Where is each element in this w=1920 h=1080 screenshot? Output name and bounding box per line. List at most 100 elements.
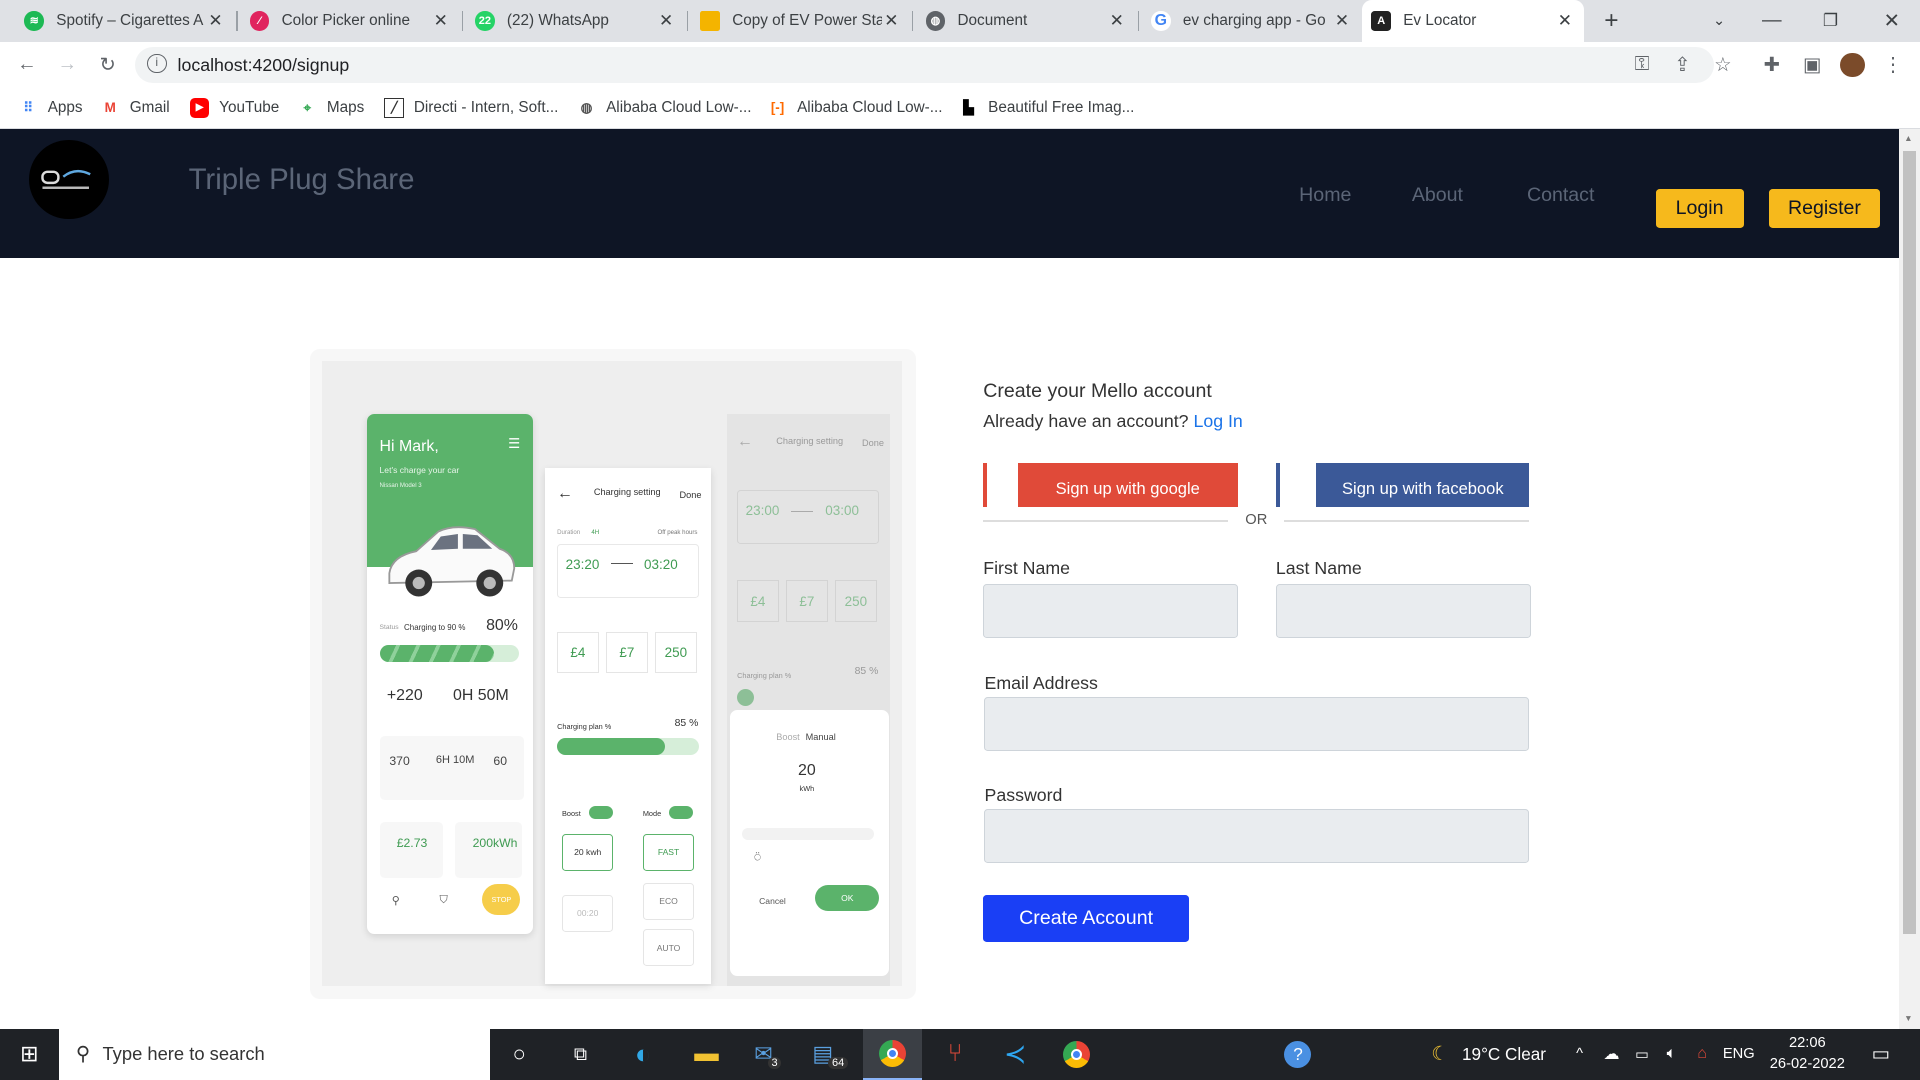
back-arrow-icon: ←	[557, 484, 573, 502]
form-heading: Create your Mello account	[983, 379, 1212, 402]
last-name-input[interactable]	[1275, 584, 1531, 638]
close-tab-icon[interactable]: ✕	[1555, 10, 1575, 31]
google-signup-button[interactable]: Sign up with google	[1017, 462, 1238, 507]
git-tool-icon[interactable]: ⑂	[928, 1029, 982, 1080]
chrome-profile-icon[interactable]	[1049, 1029, 1103, 1080]
email-input[interactable]	[984, 696, 1530, 751]
password-input[interactable]	[984, 809, 1530, 864]
side-panel-icon[interactable]: ▣	[1800, 53, 1824, 77]
windows-start-icon[interactable]: ⊞	[0, 1029, 59, 1080]
close-tab-icon[interactable]: ✕	[1107, 10, 1127, 31]
profile-avatar[interactable]	[1840, 52, 1865, 78]
network-icon[interactable]: ⌂	[1690, 1029, 1714, 1080]
browser-tab[interactable]: ⁄ Color Picker online ✕	[240, 0, 460, 42]
bookmark-star-icon[interactable]: ☆	[1711, 53, 1735, 77]
volume-icon[interactable]: 🔈︎	[1658, 1029, 1685, 1080]
login-link[interactable]: Log In	[1193, 411, 1242, 431]
plan-knob	[737, 689, 755, 707]
menu-kebab-icon[interactable]: ⋮	[1881, 53, 1905, 77]
brand-logo[interactable]	[29, 139, 109, 220]
close-tab-icon[interactable]: ✕	[206, 10, 226, 31]
language-indicator[interactable]: ENG	[1720, 1029, 1757, 1080]
nav-contact-link[interactable]: Contact	[1527, 184, 1594, 207]
browser-tab[interactable]: ◍ Document ✕	[916, 0, 1136, 42]
browser-tab[interactable]: 22 (22) WhatsApp ✕	[465, 0, 685, 42]
mail-icon[interactable]: ✉ 3	[741, 1029, 795, 1080]
browser-tab[interactable]: ≋ Spotify – Cigarettes A ✕	[15, 0, 235, 42]
close-tab-icon[interactable]: ✕	[1332, 10, 1352, 31]
share-icon[interactable]: ⇪	[1670, 53, 1694, 77]
tab-title: ev charging app - Go	[1182, 11, 1326, 29]
bookmark-youtube[interactable]: ▶ YouTube	[189, 96, 280, 120]
last-name-label: Last Name	[1275, 558, 1362, 579]
bookmark-alibaba-1[interactable]: ◍ Alibaba Cloud Low-...	[577, 96, 752, 120]
chrome-taskbar-icon[interactable]	[863, 1028, 923, 1080]
close-window-icon[interactable]: ✕	[1873, 0, 1910, 42]
restore-icon[interactable]: ❐	[1812, 0, 1849, 42]
minimize-icon[interactable]: —	[1753, 0, 1790, 42]
create-account-button[interactable]: Create Account	[983, 895, 1189, 942]
search-placeholder: Type here to search	[102, 1043, 265, 1065]
bookmark-label: Alibaba Cloud Low-...	[797, 98, 943, 116]
login-button[interactable]: Login	[1655, 188, 1744, 228]
extensions-icon[interactable]: ✚	[1760, 53, 1784, 77]
mail-badge: 3	[767, 1056, 782, 1069]
tab-title: (22) WhatsApp	[506, 11, 609, 29]
onedrive-icon[interactable]: ☁	[1599, 1029, 1623, 1080]
bookmark-label: Directi - Intern, Soft...	[413, 98, 559, 116]
forward-icon[interactable]: →	[55, 53, 79, 77]
weather-moon-icon[interactable]: ☾	[1427, 1029, 1454, 1080]
register-button[interactable]: Register	[1769, 188, 1880, 228]
windows-taskbar: ⊞ ⚲ Type here to search ○ ⧉ ◐ ▬ ✉ 3 ▤ 64 ⑂…	[0, 1028, 1920, 1080]
bookmark-gmail[interactable]: M Gmail	[100, 96, 170, 120]
url-text[interactable]: localhost:4200/signup	[178, 55, 350, 76]
bookmark-unsplash[interactable]: ▙ Beautiful Free Imag...	[959, 96, 1134, 120]
bookmark-label: YouTube	[219, 98, 280, 116]
nav-home-link[interactable]: Home	[1299, 184, 1351, 207]
close-tab-icon[interactable]: ✕	[431, 10, 451, 31]
browser-tab-active[interactable]: A Ev Locator ✕	[1361, 0, 1585, 42]
bookmark-maps[interactable]: ⌖ Maps	[298, 96, 365, 120]
weather-text[interactable]: 19°C Clear	[1462, 1029, 1560, 1080]
tab-search-icon[interactable]: ⌄	[1704, 0, 1733, 42]
cortana-icon[interactable]: ○	[500, 1029, 539, 1080]
browser-tab[interactable]: G ev charging app - Go ✕	[1141, 0, 1361, 42]
address-bar[interactable]: i localhost:4200/signup	[134, 46, 1715, 84]
clock[interactable]: 22:06 26-02-2022	[1763, 1033, 1851, 1075]
vscode-icon[interactable]: ≺	[988, 1029, 1042, 1080]
password-key-icon[interactable]: ⚿	[1630, 53, 1654, 77]
bookmark-alibaba-2[interactable]: [-] Alibaba Cloud Low-...	[768, 96, 943, 120]
battery-icon[interactable]: ▭	[1630, 1029, 1654, 1080]
browser-tab[interactable]: Copy of EV Power Sta ✕	[691, 0, 911, 42]
files-app-icon[interactable]: ▤ 64	[803, 1029, 857, 1080]
reload-icon[interactable]: ↻	[96, 53, 120, 77]
screen-title: Charging setting	[776, 435, 844, 446]
file-explorer-icon[interactable]: ▬	[680, 1029, 734, 1080]
back-icon[interactable]: ←	[15, 53, 39, 77]
site-info-icon[interactable]: i	[146, 53, 167, 74]
nav-about-link[interactable]: About	[1412, 184, 1463, 207]
price-box: 250	[835, 580, 877, 622]
price-box: 250	[655, 631, 697, 674]
dialog-manual-label: Manual	[805, 732, 836, 743]
new-tab-icon[interactable]: +	[1597, 0, 1626, 42]
color-picker-icon: ⁄	[249, 11, 270, 31]
dialog-unit: kWh	[799, 783, 815, 793]
brand-name[interactable]: Triple Plug Share	[189, 163, 415, 197]
task-view-icon[interactable]: ⧉	[561, 1029, 600, 1080]
first-name-input[interactable]	[983, 584, 1238, 638]
auto-mode-box: AUTO	[642, 929, 695, 967]
help-icon[interactable]: ?	[1281, 1029, 1315, 1080]
facebook-signup-button[interactable]: Sign up with facebook	[1316, 462, 1530, 507]
edge-icon[interactable]: ◐	[618, 1029, 667, 1080]
notifications-icon[interactable]: ▭	[1864, 1029, 1898, 1080]
close-tab-icon[interactable]: ✕	[882, 10, 902, 31]
close-tab-icon[interactable]: ✕	[656, 10, 676, 31]
show-hidden-icons[interactable]: ^	[1567, 1029, 1591, 1080]
bookmark-apps[interactable]: ⠿ Apps	[18, 96, 82, 120]
spotify-icon: ≋	[24, 11, 45, 31]
bookmark-directi[interactable]: ╱ Directi - Intern, Soft...	[384, 96, 558, 120]
taskbar-search-box[interactable]: ⚲ Type here to search	[58, 1028, 490, 1080]
scrollbar-thumb[interactable]	[1902, 150, 1917, 935]
page-scrollbar[interactable]: ▲ ▼	[1899, 128, 1920, 1029]
